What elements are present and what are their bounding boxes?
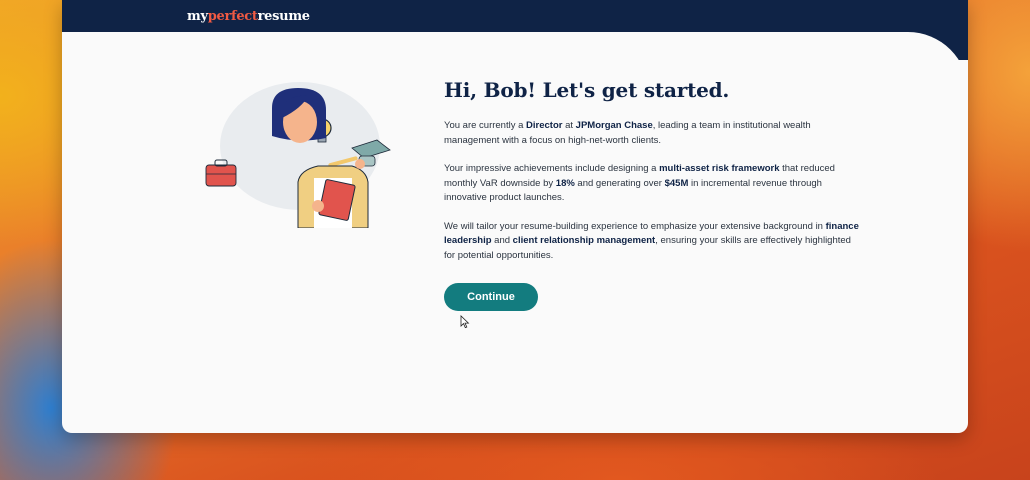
myperfectresume-logo[interactable]: myperfectresume [187, 9, 310, 24]
p3-text-2: and [491, 235, 513, 246]
achievements-paragraph: Your impressive achievements include des… [444, 162, 864, 206]
p2-text-1: Your impressive achievements include des… [444, 163, 660, 174]
p1-company: JPMorgan Chase [575, 120, 653, 131]
page-title: Hi, Bob! Let's get started. [444, 78, 730, 102]
welcome-content: Hi, Bob! Let's get started. You are curr… [444, 78, 864, 263]
app-window: myperfectresume Hi, Bob! Let's get start… [62, 0, 968, 433]
current-role-paragraph: You are currently a Director at JPMorgan… [444, 119, 864, 148]
p3-text-1: We will tailor your resume-building expe… [444, 220, 826, 232]
logo-text-resume: resume [257, 9, 310, 24]
continue-button[interactable]: Continue [444, 283, 538, 311]
woman-with-clipboard-illustration [205, 82, 391, 228]
tailoring-paragraph: We will tailor your resume-building expe… [444, 220, 864, 264]
p1-role: Director [526, 120, 563, 131]
p2-highlight-2: 18% [555, 177, 575, 189]
p3-highlight-2: client relationship management [512, 235, 656, 246]
mouse-pointer-icon [460, 315, 470, 329]
logo-text-perfect: perfect [207, 9, 258, 24]
p2-highlight-1: multi-asset risk framework [659, 163, 780, 174]
p1-text-2: at [562, 120, 576, 131]
p2-highlight-3: $45M [664, 177, 689, 189]
logo-text-my: my [187, 9, 208, 24]
p2-text-3: and generating over [574, 177, 665, 189]
p1-text-1: You are currently a [444, 120, 527, 131]
